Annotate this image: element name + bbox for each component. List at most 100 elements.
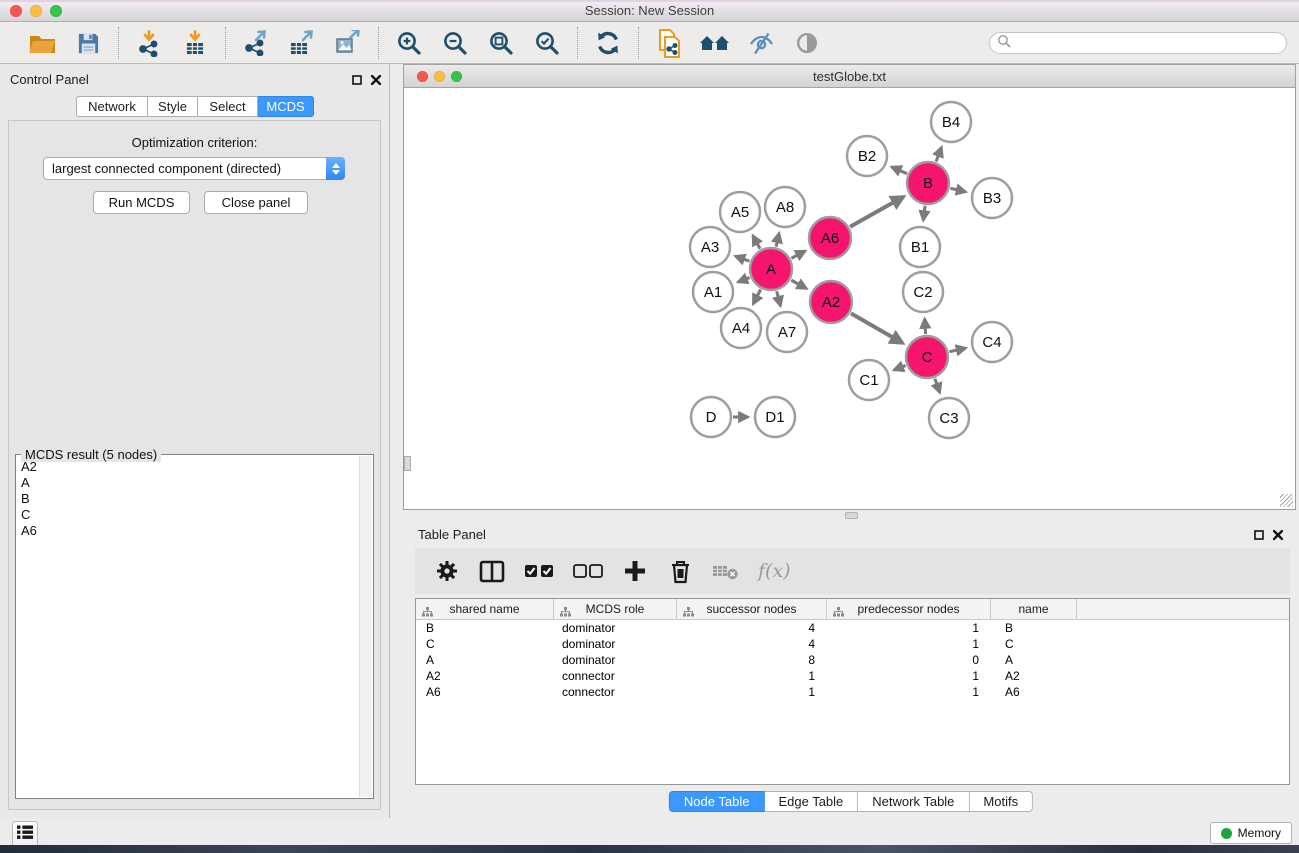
table-cell[interactable]: B (416, 620, 554, 636)
table-cell[interactable]: 1 (827, 620, 991, 636)
import-network-icon[interactable] (134, 28, 164, 58)
close-panel-button[interactable]: Close panel (204, 191, 308, 214)
table-cell[interactable]: connector (554, 668, 677, 684)
table-cell[interactable]: 1 (677, 684, 827, 700)
open-session-icon[interactable] (27, 28, 57, 58)
maximize-window-icon[interactable] (50, 5, 62, 17)
canvas-left-handle[interactable] (404, 456, 411, 471)
column-header-name[interactable]: name (991, 599, 1077, 620)
export-image-icon[interactable] (333, 28, 363, 58)
tab-mcds[interactable]: MCDS (258, 96, 314, 117)
graph-edge-B-B4[interactable] (936, 147, 941, 161)
select-all-icon[interactable] (524, 557, 554, 585)
show-details-icon[interactable] (792, 28, 822, 58)
table-cell[interactable]: 4 (677, 620, 827, 636)
graph-edge-A-A2[interactable] (791, 280, 806, 288)
memory-button[interactable]: Memory (1210, 822, 1292, 844)
table-cell[interactable]: 1 (677, 668, 827, 684)
graph-edge-A-A6[interactable] (791, 251, 805, 258)
graph-edge-B-B3[interactable] (950, 188, 965, 192)
table-cell[interactable]: A (416, 652, 554, 668)
table-row[interactable]: A2connector11A2 (416, 668, 1289, 684)
table-cell[interactable]: A6 (416, 684, 554, 700)
table-row[interactable]: Cdominator41C (416, 636, 1289, 652)
table-cell[interactable]: A6 (991, 684, 1077, 700)
run-mcds-button[interactable]: Run MCDS (93, 191, 190, 214)
table-row[interactable]: Bdominator41B (416, 620, 1289, 636)
result-scrollbar[interactable] (359, 456, 372, 797)
table-cell[interactable]: 1 (827, 668, 991, 684)
result-item[interactable]: A (16, 475, 358, 491)
delete-column-icon[interactable] (667, 557, 693, 585)
graph-edge-A-A8[interactable] (776, 233, 779, 246)
tab-style[interactable]: Style (148, 96, 198, 117)
search-box[interactable] (989, 32, 1287, 54)
tab-network[interactable]: Network (76, 96, 148, 117)
search-input[interactable] (1011, 34, 1286, 52)
network-canvas[interactable]: B4B2BB3A5A8A6B1A3AC2A1A2A4A7C4CC1DD1C3 (403, 88, 1296, 510)
column-view-icon[interactable] (479, 557, 505, 585)
tab-edge-table[interactable]: Edge Table (764, 791, 858, 812)
result-item[interactable]: A6 (16, 523, 358, 539)
duplicate-network-icon[interactable] (654, 28, 684, 58)
table-cell[interactable]: C (991, 636, 1077, 652)
float-panel-icon[interactable] (352, 72, 362, 90)
table-cell[interactable]: 1 (827, 636, 991, 652)
zoom-selected-icon[interactable] (532, 28, 562, 58)
refresh-layout-icon[interactable] (593, 28, 623, 58)
close-network-icon[interactable] (417, 71, 428, 82)
graph-edge-A6-B[interactable] (850, 197, 904, 227)
window-resize-grip[interactable] (1280, 494, 1293, 507)
table-cell[interactable]: B (991, 620, 1077, 636)
export-table-icon[interactable] (287, 28, 317, 58)
result-item[interactable]: A2 (16, 459, 358, 475)
maximize-network-icon[interactable] (451, 71, 462, 82)
add-column-icon[interactable] (622, 557, 648, 585)
hide-details-icon[interactable] (746, 28, 776, 58)
graph-edge-A-A1[interactable] (738, 278, 750, 283)
graph-edge-A2-C[interactable] (851, 313, 903, 343)
zoom-fit-icon[interactable] (486, 28, 516, 58)
tab-select[interactable]: Select (198, 96, 258, 117)
column-header-predecessor-nodes[interactable]: predecessor nodes (827, 599, 991, 620)
column-header-successor-nodes[interactable]: successor nodes (677, 599, 827, 620)
table-cell[interactable]: A (991, 652, 1077, 668)
tab-node-table[interactable]: Node Table (669, 791, 765, 812)
import-table-icon[interactable] (180, 28, 210, 58)
table-cell[interactable]: dominator (554, 636, 677, 652)
table-row[interactable]: A6connector11A6 (416, 684, 1289, 700)
table-settings-icon[interactable] (434, 557, 460, 585)
table-cell[interactable]: A2 (416, 668, 554, 684)
result-item[interactable]: B (16, 491, 358, 507)
close-panel-icon[interactable] (371, 72, 381, 90)
graph-edge-A-A7[interactable] (777, 291, 781, 306)
panel-divider-grip[interactable] (845, 512, 858, 519)
criterion-dropdown[interactable]: largest connected component (directed) (43, 157, 345, 180)
graph-edge-C-C1[interactable] (894, 366, 906, 371)
table-cell[interactable]: dominator (554, 620, 677, 636)
minimize-network-icon[interactable] (434, 71, 445, 82)
network-graph[interactable]: B4B2BB3A5A8A6B1A3AC2A1A2A4A7C4CC1DD1C3 (404, 88, 1295, 509)
float-table-panel-icon[interactable] (1254, 527, 1264, 545)
network-window-titlebar[interactable]: testGlobe.txt (403, 64, 1296, 88)
export-network-icon[interactable] (241, 28, 271, 58)
result-item[interactable]: C (16, 507, 358, 523)
delete-table-icon[interactable] (712, 557, 739, 585)
graph-edge-B-B2[interactable] (892, 167, 907, 174)
graph-edge-B-B1[interactable] (923, 206, 925, 220)
close-table-panel-icon[interactable] (1273, 527, 1283, 545)
task-history-button[interactable] (12, 821, 38, 847)
tab-motifs[interactable]: Motifs (969, 791, 1033, 812)
table-cell[interactable]: dominator (554, 652, 677, 668)
table-cell[interactable]: 4 (677, 636, 827, 652)
table-cell[interactable]: connector (554, 684, 677, 700)
table-cell[interactable]: 1 (827, 684, 991, 700)
home-layout-icon[interactable] (700, 28, 730, 58)
column-header-MCDS-role[interactable]: MCDS role (554, 599, 677, 620)
graph-edge-A-A4[interactable] (753, 290, 760, 304)
tab-network-table[interactable]: Network Table (858, 791, 969, 812)
save-session-icon[interactable] (73, 28, 103, 58)
table-row[interactable]: Adominator80A (416, 652, 1289, 668)
graph-edge-A-A5[interactable] (753, 236, 760, 249)
zoom-in-icon[interactable] (394, 28, 424, 58)
